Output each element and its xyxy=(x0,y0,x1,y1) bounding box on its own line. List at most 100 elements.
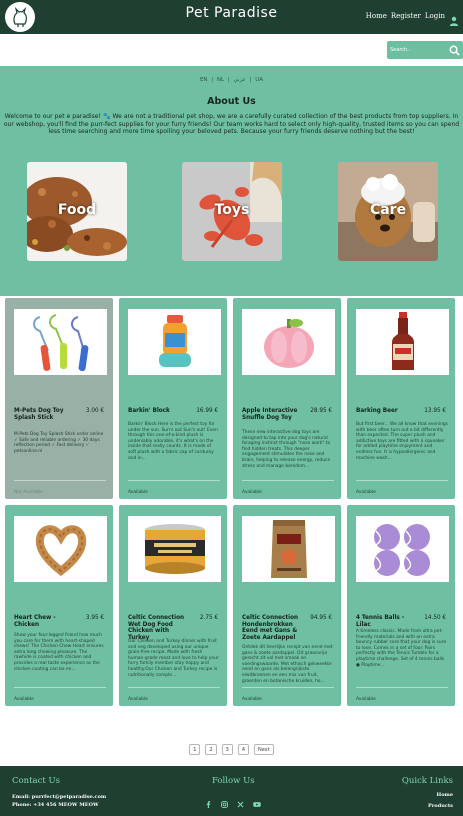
product-card[interactable]: Apple Interactive Snuffle Dog Toy 28.95 … xyxy=(233,298,341,499)
product-card[interactable]: Celtic Connection Wet Dog Food Chicken w… xyxy=(119,505,227,706)
product-price: 14.50 € xyxy=(424,615,446,621)
availability-status: Available xyxy=(128,697,148,702)
category-care-label: Care xyxy=(369,202,407,218)
product-price: 28.95 € xyxy=(310,408,332,414)
product-image xyxy=(356,516,449,582)
availability-status: Available xyxy=(14,697,34,702)
footer-home-link[interactable]: Home xyxy=(436,792,453,798)
availability-status: Available xyxy=(242,490,262,495)
product-name[interactable]: Celtic Connection Hondenbrokken Eend met… xyxy=(242,615,306,641)
availability-status: Available xyxy=(242,697,262,702)
product-price: 94.95 € xyxy=(310,615,332,621)
product-image xyxy=(356,309,449,375)
product-price: 2.75 € xyxy=(199,615,218,621)
search-bar xyxy=(387,41,463,59)
availability-status: Available xyxy=(128,490,148,495)
product-price: 3.00 € xyxy=(85,408,104,414)
search-icon xyxy=(449,45,460,56)
product-card[interactable]: Barkin' Block 16.99 € Barkin' Block Here… xyxy=(119,298,227,499)
heart-chew-icon xyxy=(35,525,86,577)
facebook-icon[interactable] xyxy=(205,793,212,808)
page-4-button[interactable]: 4 xyxy=(237,744,250,755)
card-divider xyxy=(14,687,106,688)
card-divider xyxy=(14,480,106,481)
lang-en-link[interactable]: EN xyxy=(200,77,208,83)
category-food-label: Food xyxy=(57,202,97,218)
availability-status: Available xyxy=(356,697,376,702)
page-2-button[interactable]: 2 xyxy=(205,744,217,755)
youtube-icon[interactable] xyxy=(253,793,261,807)
page-3-button[interactable]: 3 xyxy=(221,744,233,755)
page-1-button[interactable]: 1 xyxy=(189,744,201,755)
pagination: 1 2 3 4 Next xyxy=(0,744,463,755)
social-links xyxy=(205,793,261,808)
product-image xyxy=(128,309,221,375)
next-page-button[interactable]: Next xyxy=(254,744,274,755)
lang-ar-link[interactable]: عربي xyxy=(233,77,245,83)
contact-email[interactable]: Email: purrfect@petparadise.com xyxy=(12,794,106,800)
instagram-icon[interactable] xyxy=(221,793,228,808)
footer-products-link[interactable]: Products xyxy=(428,803,453,809)
product-name[interactable]: Heart Chew - Chicken xyxy=(14,615,78,628)
product-description: Ontdek dit heerlijke recept van eend met… xyxy=(242,645,333,684)
site-header: Pet Paradise Home Register Login xyxy=(0,0,463,34)
product-price: 16.99 € xyxy=(196,408,218,414)
product-price: 13.95 € xyxy=(424,408,446,414)
card-divider xyxy=(128,480,220,481)
cat-logo-icon xyxy=(13,7,27,27)
lang-ua-link[interactable]: UA xyxy=(255,77,263,83)
product-description: A timeless classic. Made from ultra pet-… xyxy=(356,629,447,668)
category-toys-card[interactable]: Toys xyxy=(182,162,282,261)
nav-login-link[interactable]: Login xyxy=(425,12,445,20)
product-grid: M-Pets Dog Toy Splash Stick 3.00 € M-Pet… xyxy=(0,296,463,734)
dry-food-bag-icon xyxy=(270,520,307,578)
search-input[interactable] xyxy=(390,44,445,56)
availability-status: Available xyxy=(356,490,376,495)
card-divider xyxy=(356,687,448,688)
category-care-card[interactable]: Care xyxy=(338,162,438,261)
product-name[interactable]: M-Pets Dog Toy Splash Stick xyxy=(14,408,78,421)
card-divider xyxy=(356,480,448,481)
nav-home-link[interactable]: Home xyxy=(366,12,387,20)
product-description: M-Pets Dog Toy Splash Stick order online… xyxy=(14,432,104,454)
product-name[interactable]: Barkin' Block xyxy=(128,408,192,415)
nav-register-link[interactable]: Register xyxy=(391,12,421,20)
card-divider xyxy=(242,687,334,688)
category-food-card[interactable]: Food xyxy=(27,162,127,261)
about-section: EN | NL | عربي | UA About Us Welcome to … xyxy=(0,66,463,296)
logo[interactable] xyxy=(5,2,35,32)
product-card[interactable]: M-Pets Dog Toy Splash Stick 3.00 € M-Pet… xyxy=(5,298,113,499)
product-card[interactable]: Celtic Connection Hondenbrokken Eend met… xyxy=(233,505,341,706)
quick-links-title: Quick Links xyxy=(401,776,453,786)
category-toys-label: Toys xyxy=(214,202,250,218)
product-card[interactable]: Heart Chew - Chicken 3.95 € Show your fo… xyxy=(5,505,113,706)
product-description: These new interactive dog toys are desig… xyxy=(242,430,331,469)
barkin-block-icon xyxy=(158,315,191,367)
site-footer: Contact Us Email: purrfect@petparadise.c… xyxy=(0,766,463,816)
product-description: Show your four-legged friend how much yo… xyxy=(14,633,104,672)
product-image xyxy=(14,516,107,582)
product-name[interactable]: 4 Tennis Balls - Lilac xyxy=(356,615,420,628)
barking-beer-icon xyxy=(391,312,414,370)
product-name[interactable]: Celtic Connection Wet Dog Food Chicken w… xyxy=(128,615,192,641)
x-icon[interactable] xyxy=(237,793,244,808)
availability-status: Not Available xyxy=(14,490,43,495)
product-image xyxy=(242,516,335,582)
language-switcher: EN | NL | عربي | UA xyxy=(0,77,463,83)
follow-title: Follow Us xyxy=(212,776,255,786)
product-card[interactable]: 4 Tennis Balls - Lilac 14.50 € A timeles… xyxy=(347,505,455,706)
product-name[interactable]: Barking Beer xyxy=(356,408,420,415)
search-button[interactable] xyxy=(447,43,461,57)
product-name[interactable]: Apple Interactive Snuffle Dog Toy xyxy=(242,408,306,421)
contact-phone: Phone: +34 456 MEOW MEOW xyxy=(12,802,99,808)
product-image xyxy=(128,516,221,582)
lang-separator: | xyxy=(211,77,214,83)
splash-stick-icon xyxy=(32,314,88,372)
lang-nl-link[interactable]: NL xyxy=(217,77,224,83)
user-icon[interactable] xyxy=(449,11,459,26)
lang-separator: | xyxy=(227,77,230,83)
card-divider xyxy=(128,687,220,688)
product-price: 3.95 € xyxy=(85,615,104,621)
wet-dog-food-can-icon xyxy=(144,524,205,574)
product-card[interactable]: Barking Beer 13.95 € But first beer... W… xyxy=(347,298,455,499)
